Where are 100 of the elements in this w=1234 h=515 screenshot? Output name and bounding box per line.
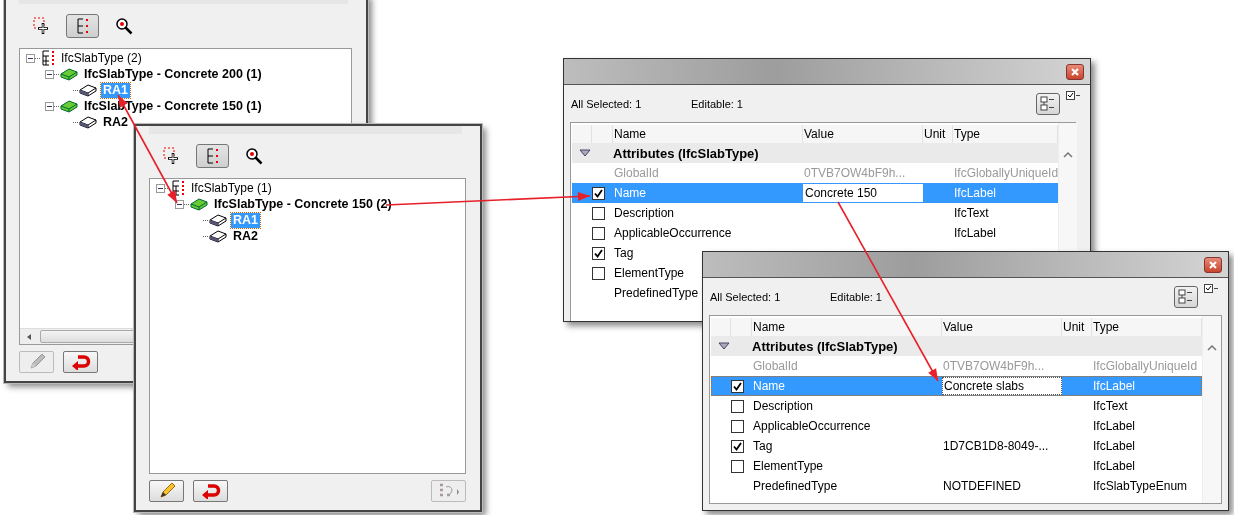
expand-triangle-icon[interactable]	[579, 149, 591, 157]
property-type: IfcLabel	[1092, 379, 1136, 393]
summary-label: All Selected: 1	[710, 290, 782, 303]
group-view-button[interactable]	[1174, 285, 1198, 308]
group-row[interactable]: Attributes (IfcSlabType)	[711, 336, 1202, 356]
tree-view-button[interactable]	[196, 144, 229, 168]
group-list-icon	[1178, 288, 1194, 305]
checkbox[interactable]	[731, 379, 744, 393]
tree-node-label[interactable]: IfcSlabType (1)	[189, 180, 274, 196]
checkbox-options-icon[interactable]	[1066, 91, 1080, 101]
tree-node-label[interactable]: RA2	[231, 228, 260, 244]
property-name: Tag	[752, 439, 773, 453]
property-name: Name	[613, 186, 646, 200]
summary-label: Editable: 1	[830, 290, 882, 303]
property-type: IfcLabel	[953, 226, 997, 240]
property-type: IfcLabel	[1092, 419, 1136, 433]
property-name: GlobalId	[752, 359, 798, 373]
property-type: IfcLabel	[1092, 439, 1136, 453]
property-name: Description	[752, 399, 814, 413]
tree-node-label[interactable]: IfcSlabType - Concrete 200 (1)	[82, 66, 264, 82]
group-view-button[interactable]	[1036, 92, 1060, 115]
tree-icon	[204, 147, 221, 165]
property-type: IfcText	[1092, 399, 1128, 413]
summary-label: All Selected: 1	[571, 97, 643, 110]
collapse-icon[interactable]	[156, 183, 165, 193]
pencil-icon	[27, 353, 46, 371]
checkbox[interactable]	[592, 206, 605, 220]
scroll-up-icon[interactable]	[1207, 344, 1217, 352]
vertical-scrollbar[interactable]	[1202, 316, 1221, 503]
search-icon	[114, 17, 133, 35]
checkbox[interactable]	[731, 419, 744, 433]
tree-icon	[74, 17, 91, 35]
slab-icon	[79, 83, 97, 97]
property-value: 1D7CB1D8-8049-...	[942, 439, 1049, 453]
property-name: GlobalId	[613, 166, 659, 180]
group-title: Attributes (IfcSlabType)	[752, 338, 899, 354]
slab-icon	[60, 99, 78, 113]
close-button[interactable]	[1204, 256, 1222, 273]
property-row[interactable]: Tag	[572, 243, 1059, 263]
property-row[interactable]: Description IfcText	[572, 203, 1059, 223]
checkbox[interactable]	[592, 186, 605, 200]
collapse-icon[interactable]	[175, 199, 184, 209]
move-icon	[437, 483, 460, 499]
slab-icon	[209, 213, 227, 227]
checkbox[interactable]	[731, 439, 744, 453]
property-row[interactable]: ApplicableOccurrence IfcLabel	[572, 223, 1059, 243]
checkbox[interactable]	[731, 399, 744, 413]
slab-icon	[190, 197, 208, 211]
property-name: Tag	[613, 246, 634, 260]
tree-node-label[interactable]: IfcSlabType - Concrete 150 (2)	[212, 196, 394, 212]
tree-view-button[interactable]	[66, 14, 99, 38]
tree-node-label[interactable]: RA2	[101, 114, 130, 130]
property-row[interactable]: Name Concrete 150 IfcLabel	[572, 183, 1059, 203]
slab-icon	[209, 229, 227, 243]
group-title: Attributes (IfcSlabType)	[613, 145, 760, 161]
dotted-square-plus-icon	[162, 147, 181, 165]
tree-structure-icon	[171, 180, 185, 196]
value-input[interactable]: Concrete 150	[803, 184, 923, 202]
group-list-icon	[1040, 95, 1056, 112]
property-row[interactable]: ElementType	[572, 263, 1059, 283]
property-name: ApplicableOccurrence	[613, 226, 732, 240]
summary-label: Editable: 1	[691, 97, 743, 110]
undo-icon	[200, 483, 221, 499]
property-row[interactable]: PredefinedType NOTDEFINED IfcSlabTypeEnum	[711, 476, 1202, 496]
property-name: ElementType	[752, 459, 824, 473]
checkbox[interactable]	[592, 266, 605, 280]
property-row[interactable]: ApplicableOccurrence IfcLabel	[711, 416, 1202, 436]
dotted-square-plus-icon	[32, 17, 51, 35]
slab-icon	[60, 67, 78, 81]
property-name: ApplicableOccurrence	[752, 419, 871, 433]
checkbox-options-icon[interactable]	[1204, 284, 1218, 294]
property-row[interactable]: Name Concrete slabs IfcLabel	[711, 376, 1202, 396]
expand-triangle-icon[interactable]	[718, 342, 730, 350]
checkbox[interactable]	[592, 246, 605, 260]
checkbox[interactable]	[592, 226, 605, 240]
collapse-icon[interactable]	[26, 53, 35, 63]
collapse-icon[interactable]	[45, 101, 54, 111]
edit-button[interactable]	[149, 480, 184, 502]
pencil-icon	[157, 482, 176, 500]
checkbox[interactable]	[731, 459, 744, 473]
undo-button[interactable]	[193, 480, 228, 502]
property-row[interactable]: Tag 1D7CB1D8-8049-... IfcLabel	[711, 436, 1202, 456]
value-input[interactable]: Concrete slabs	[942, 377, 1062, 395]
property-value: 0TVB7OW4bF9h...	[942, 359, 1045, 373]
group-row[interactable]: Attributes (IfcSlabType)	[572, 143, 1059, 163]
collapse-icon[interactable]	[45, 69, 54, 79]
property-type: IfcSlabTypeEnum	[1092, 479, 1188, 493]
property-row[interactable]: Description IfcText	[711, 396, 1202, 416]
property-type: IfcLabel	[953, 186, 997, 200]
property-value: NOTDEFINED	[942, 479, 1021, 493]
close-button[interactable]	[1066, 63, 1084, 80]
slab-icon	[79, 115, 97, 129]
property-name: Description	[613, 206, 675, 220]
close-icon	[1070, 66, 1080, 77]
undo-button[interactable]	[63, 351, 98, 373]
property-type: IfcGloballyUniqueId	[953, 166, 1059, 180]
search-icon	[244, 147, 263, 165]
scroll-up-icon[interactable]	[1063, 151, 1074, 159]
tree-node-label[interactable]: IfcSlabType (2)	[59, 50, 144, 66]
property-row[interactable]: ElementType IfcLabel	[711, 456, 1202, 476]
